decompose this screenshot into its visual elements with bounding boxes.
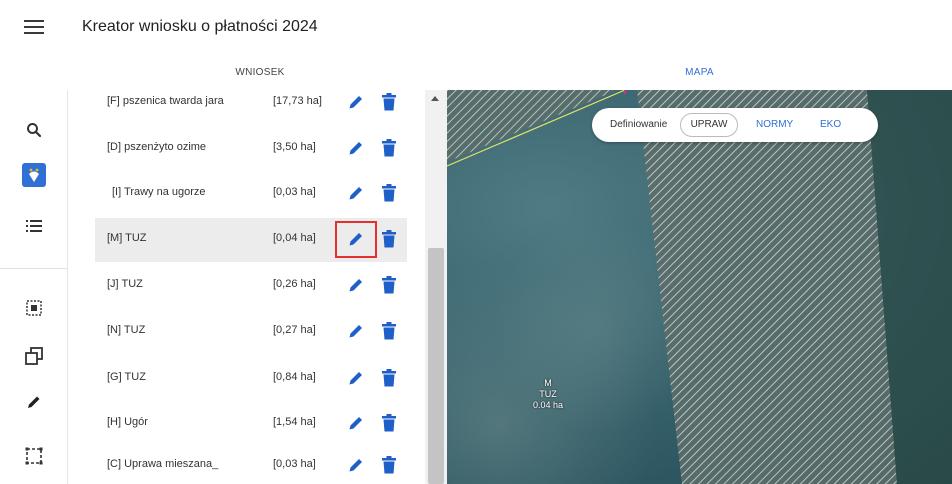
parcel-name: [G] TUZ [107, 371, 146, 383]
hamburger-icon[interactable] [24, 20, 44, 36]
list-item[interactable]: [I] Trawy na ugorze [0,03 ha] [95, 172, 407, 216]
pencil-icon[interactable] [347, 230, 365, 248]
trash-icon[interactable] [381, 184, 397, 202]
page-title: Kreator wniosku o płatności 2024 [82, 18, 318, 35]
parcel-area: [0,03 ha] [273, 186, 316, 198]
parcel-name: [J] TUZ [107, 278, 143, 290]
pencil-icon[interactable] [347, 456, 365, 474]
parcel-letter: M [544, 378, 552, 388]
toolbar-divider [0, 268, 68, 269]
trash-icon[interactable] [381, 139, 397, 157]
trash-icon[interactable] [381, 414, 397, 432]
trash-icon[interactable] [381, 456, 397, 474]
mode-selector: Definiowanie UPRAW NORMY EKO [592, 108, 878, 142]
pencil-icon[interactable] [347, 93, 365, 111]
parcel-overlay [447, 90, 952, 484]
tab-mapa[interactable]: MAPA [447, 58, 952, 88]
parcel-name: [F] pszenica twarda jara [107, 95, 224, 107]
parcel-area: [1,54 ha] [273, 416, 316, 428]
scroll-up-arrow-icon[interactable] [431, 96, 439, 101]
pencil-icon[interactable] [347, 184, 365, 202]
parcel-name: [D] pszenżyto ozime [107, 141, 207, 153]
list-item[interactable]: [M] TUZ [0,04 ha] [95, 218, 407, 262]
parcel-area: [0,03 ha] [273, 458, 316, 470]
list-scrollbar[interactable] [425, 90, 447, 484]
parcel-area: [0,84 ha] [273, 371, 316, 383]
select-area-icon[interactable] [22, 444, 46, 468]
mode-upraw-button[interactable]: UPRAW [680, 113, 738, 137]
search-icon[interactable] [22, 118, 46, 142]
parcel-name: [I] Trawy na ugorze [112, 186, 206, 198]
parcel-area: [17,73 ha] [273, 95, 322, 107]
parcel-area: [0,27 ha] [273, 324, 316, 336]
pencil-icon[interactable] [347, 276, 365, 294]
tab-bar: WNIOSEK MAPA [0, 58, 952, 88]
trash-icon[interactable] [381, 322, 397, 340]
list-item[interactable]: [D] pszenżyto ozime [3,50 ha] [95, 127, 407, 171]
hatched-parcel-main [637, 90, 897, 484]
mode-label: Definiowanie [610, 119, 668, 130]
list-item[interactable]: [H] Ugór [1,54 ha] [95, 402, 407, 446]
parcel-crop: TUZ [539, 389, 557, 399]
parcel-list: [F] pszenica twarda jara [17,73 ha] [D] … [95, 90, 425, 484]
crop-marker-icon[interactable] [22, 163, 46, 187]
map-parcel-label: M TUZ 0.04 ha [520, 378, 576, 411]
mode-normy-button[interactable]: NORMY [756, 119, 793, 130]
trash-icon[interactable] [381, 93, 397, 111]
mode-eko-button[interactable]: EKO [820, 119, 841, 130]
trash-icon[interactable] [381, 276, 397, 294]
parcel-name: [H] Ugór [107, 416, 148, 428]
list-item[interactable]: [N] TUZ [0,27 ha] [95, 310, 407, 354]
pencil-icon[interactable] [22, 390, 46, 414]
list-icon[interactable] [22, 214, 46, 238]
select-object-icon[interactable] [22, 296, 46, 320]
parcel-area: [3,50 ha] [273, 141, 316, 153]
parcel-area: [0,04 ha] [273, 232, 316, 244]
parcel-name: [M] TUZ [107, 232, 147, 244]
left-toolbar [0, 90, 68, 484]
parcel-area: [0,26 ha] [273, 278, 316, 290]
parcel-area-label: 0.04 ha [532, 400, 564, 410]
list-item[interactable]: [F] pszenica twarda jara [17,73 ha] [95, 90, 407, 125]
pencil-icon[interactable] [347, 369, 365, 387]
pencil-icon[interactable] [347, 322, 365, 340]
list-item[interactable]: [G] TUZ [0,84 ha] [95, 357, 407, 401]
trash-icon[interactable] [381, 369, 397, 387]
scrollbar-thumb[interactable] [428, 248, 444, 484]
pencil-icon[interactable] [347, 139, 365, 157]
tab-wniosek[interactable]: WNIOSEK [95, 58, 425, 88]
parcel-name: [C] Uprawa mieszana_ [107, 458, 219, 470]
pencil-icon[interactable] [347, 414, 365, 432]
list-item[interactable]: [C] Uprawa mieszana_ [0,03 ha] [95, 444, 407, 484]
trash-icon[interactable] [381, 230, 397, 248]
list-item[interactable]: [J] TUZ [0,26 ha] [95, 264, 407, 308]
copy-icon[interactable] [22, 344, 46, 368]
parcel-name: [N] TUZ [107, 324, 146, 336]
app-header: Kreator wniosku o płatności 2024 [0, 0, 952, 58]
map-view[interactable] [447, 90, 952, 484]
